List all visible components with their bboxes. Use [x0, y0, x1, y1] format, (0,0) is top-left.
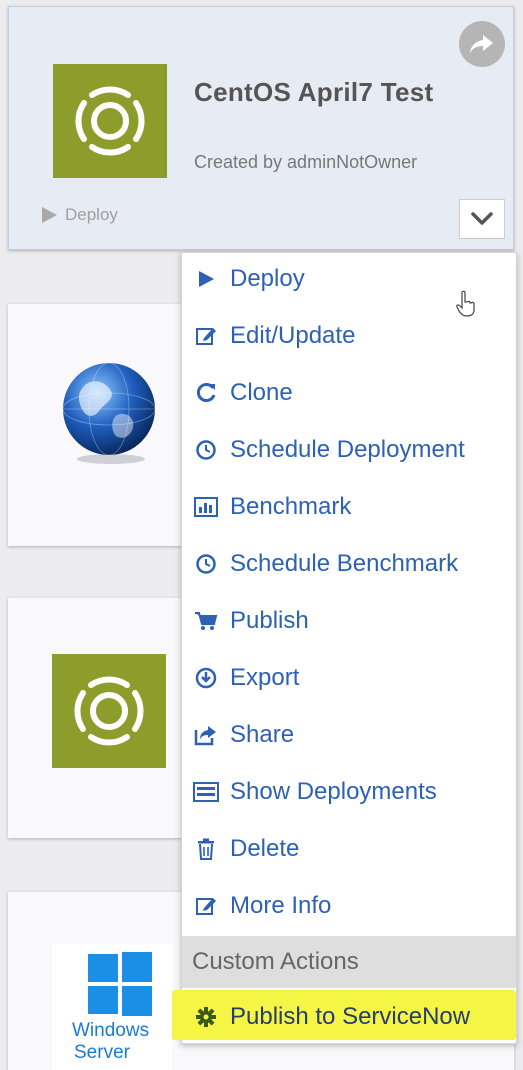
edit-icon: [192, 322, 220, 350]
menu-item-schedule-benchmark[interactable]: Schedule Benchmark: [182, 540, 516, 588]
menu-item-label: Schedule Deployment: [230, 436, 465, 463]
custom-actions-header: Custom Actions: [182, 936, 516, 988]
share-icon: [192, 721, 220, 749]
menu-item-label: Clone: [230, 379, 293, 406]
menu-item-share[interactable]: Share: [182, 711, 516, 759]
edit-icon: [192, 892, 220, 920]
menu-item-label: Schedule Benchmark: [230, 550, 459, 577]
share-forward-icon: [470, 35, 493, 53]
windows-icon: [88, 952, 152, 1016]
menu-item-more-info[interactable]: More Info: [182, 882, 516, 930]
menu-item-show-deployments[interactable]: Show Deployments: [182, 768, 516, 816]
trash-icon: [192, 835, 220, 863]
menu-item-label: Export: [230, 664, 300, 691]
bar-chart-icon: [192, 493, 220, 521]
globe-logo: [52, 356, 166, 470]
menu-item-label: Benchmark: [230, 493, 352, 520]
menu-item-publish[interactable]: Publish: [182, 597, 516, 645]
menu-item-clone[interactable]: Clone: [182, 369, 516, 417]
menu-item-delete[interactable]: Delete: [182, 825, 516, 873]
actions-dropdown-toggle[interactable]: [459, 199, 505, 239]
card-deploy-label: Deploy: [65, 205, 118, 224]
centos-logo: [53, 64, 167, 178]
menu-item-label: Publish to ServiceNow: [230, 1003, 471, 1030]
menu-item-label: More Info: [230, 892, 332, 919]
windows-logo-text-line1: Windows: [72, 1020, 150, 1041]
cart-icon: [192, 607, 220, 635]
refresh-icon: [192, 379, 220, 407]
list-icon: [192, 778, 220, 806]
windows-server-logo: Windows Server: [52, 944, 172, 1070]
menu-item-label: Delete: [230, 835, 300, 862]
actions-dropdown-menu: Deploy Edit/Update Clone Schedule Deploy…: [172, 252, 517, 1044]
gear-icon: [192, 1003, 220, 1031]
menu-item-publish-to-servicenow[interactable]: Publish to ServiceNow: [182, 993, 516, 1041]
card-deploy-link[interactable]: Deploy: [39, 205, 118, 225]
menu-item-benchmark[interactable]: Benchmark: [182, 483, 516, 531]
menu-item-export[interactable]: Export: [182, 654, 516, 702]
play-icon: [192, 265, 220, 293]
windows-logo-text-line2: Server: [74, 1042, 130, 1063]
card-owner: Created by adminNotOwner: [194, 152, 418, 172]
play-icon: [42, 207, 57, 223]
menu-item-edit-update[interactable]: Edit/Update: [182, 312, 516, 360]
template-card-centos-april7[interactable]: CentOS April7 Test Created by adminNotOw…: [8, 6, 514, 250]
card-title: CentOS April7 Test: [194, 77, 434, 107]
download-icon: [192, 664, 220, 692]
chevron-down-icon: [471, 212, 493, 225]
menu-item-schedule-deployment[interactable]: Schedule Deployment: [182, 426, 516, 474]
hand-cursor-icon: [456, 290, 475, 317]
menu-item-label: Edit/Update: [230, 322, 356, 349]
menu-item-label: Show Deployments: [230, 778, 437, 805]
menu-item-label: Deploy: [230, 265, 305, 292]
menu-item-label: Publish: [230, 607, 309, 634]
clock-icon: [192, 436, 220, 464]
clock-icon: [192, 550, 220, 578]
share-forward-button[interactable]: [459, 21, 505, 67]
menu-item-label: Share: [230, 721, 295, 748]
centos-logo: [52, 654, 166, 768]
